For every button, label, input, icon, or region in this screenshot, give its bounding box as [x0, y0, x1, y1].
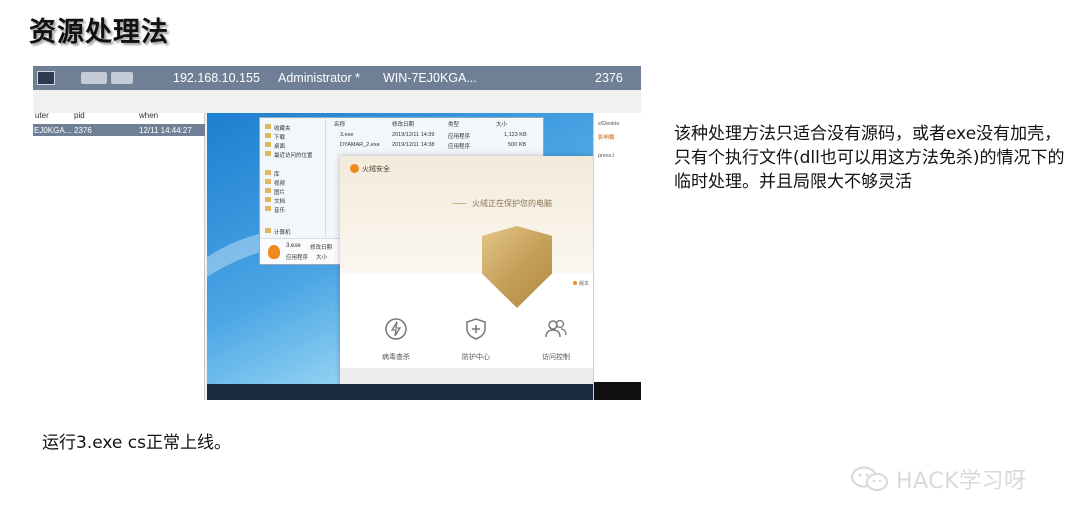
- folder-icon: [265, 206, 271, 211]
- folder-icon: [265, 133, 271, 138]
- dark-panel: [594, 382, 641, 400]
- file-date: 2019/12/11 14:39: [392, 132, 435, 138]
- details-size-label: 大小: [316, 255, 328, 261]
- antivirus-brand: 火绒安全: [362, 166, 390, 173]
- text-fragment: 影响载: [598, 135, 615, 141]
- item-label: 防护中心: [462, 354, 490, 361]
- users-icon: [545, 319, 567, 338]
- folder-icon: [265, 179, 271, 184]
- column-header[interactable]: 修改日期: [392, 120, 414, 128]
- cs-session-table: uter pid when EJ0KGA... 2376 12/11 14:44…: [33, 111, 205, 400]
- huorong-logo-icon: [350, 164, 359, 173]
- item-label: 访问控制: [542, 354, 570, 361]
- flame-icon: [268, 245, 280, 259]
- nav-item[interactable]: 计算机: [265, 228, 291, 236]
- nav-item[interactable]: 音乐: [265, 206, 285, 214]
- antivirus-footer: [340, 368, 593, 384]
- watermark-text: HACK学习呀: [896, 469, 1027, 494]
- details-file-type: 应用程序: [286, 255, 309, 261]
- antivirus-window[interactable]: 火绒安全 火绒正在保护您的电脑 版本 病毒查杀 防护中心 访问控制: [340, 156, 593, 384]
- wechat-icon: [851, 466, 888, 491]
- cell-pid: 2376: [74, 126, 92, 135]
- remote-desktop: 收藏夹 下载 桌面 最近访问的位置 库 视频 图片 文档 音乐 计算机 名称 修…: [207, 113, 593, 400]
- nav-item[interactable]: 视频: [265, 179, 285, 187]
- computer-icon: [265, 228, 271, 233]
- nav-item[interactable]: 桌面: [265, 142, 285, 150]
- protection-center-button[interactable]: 防护中心: [446, 316, 506, 362]
- cs-session-bar[interactable]: 192.168.10.155 Administrator * WIN-7EJ0K…: [33, 66, 641, 90]
- caption-text: 运行3.exe cs正常上线。: [42, 433, 231, 453]
- column-header[interactable]: 名称: [334, 120, 345, 128]
- session-icon: [37, 71, 55, 85]
- nav-item[interactable]: 文档: [265, 197, 285, 205]
- column-header[interactable]: pid: [74, 111, 85, 120]
- antivirus-header: 火绒安全 火绒正在保护您的电脑 版本: [340, 156, 593, 308]
- nav-item[interactable]: 收藏夹: [265, 124, 291, 132]
- version-note[interactable]: 版本: [573, 280, 589, 287]
- column-header[interactable]: 类型: [448, 120, 459, 128]
- file-type: 应用程序: [448, 144, 471, 150]
- file-name[interactable]: 3.exe: [340, 132, 353, 138]
- cell-computer: EJ0KGA...: [34, 126, 72, 135]
- background-window: s\Deskto 影响载 press.I: [593, 113, 641, 400]
- file-name[interactable]: DYAMAR_2.exe: [340, 142, 380, 148]
- column-header[interactable]: when: [139, 111, 158, 120]
- shield-plus-icon: [466, 318, 486, 340]
- dot-icon: [573, 281, 577, 285]
- item-label: 病毒查杀: [382, 354, 410, 361]
- cs-pid: 2376: [595, 71, 623, 85]
- shield-icon: [482, 226, 552, 308]
- protection-status: 火绒正在保护您的电脑: [472, 199, 552, 208]
- taskbar[interactable]: [207, 384, 593, 400]
- column-header[interactable]: uter: [35, 111, 49, 120]
- details-date-label: 修改日期: [310, 245, 333, 251]
- library-icon: [265, 170, 271, 175]
- details-file-name: 3.exe: [286, 243, 301, 249]
- access-control-button[interactable]: 访问控制: [526, 316, 586, 362]
- column-header[interactable]: 大小: [496, 120, 507, 128]
- screenshot: 192.168.10.155 Administrator * WIN-7EJ0K…: [33, 66, 641, 400]
- cs-user: Administrator *: [278, 71, 360, 85]
- description-text: 该种处理方法只适合没有源码，或者exe没有加壳，只有个执行文件(dll也可以用这…: [674, 124, 1065, 192]
- nav-item[interactable]: 下载: [265, 133, 285, 141]
- folder-icon: [265, 142, 271, 147]
- nav-item[interactable]: 图片: [265, 188, 285, 196]
- file-size: 1,123 KB: [504, 132, 527, 138]
- file-date: 2019/12/11 14:38: [392, 142, 435, 148]
- file-size: 500 KB: [508, 142, 527, 148]
- table-row[interactable]: EJ0KGA... 2376 12/11 14:44:27: [33, 124, 205, 136]
- scan-icon: [385, 318, 407, 340]
- virus-scan-button[interactable]: 病毒查杀: [366, 316, 426, 362]
- text-fragment: press.I: [598, 153, 615, 159]
- nav-item[interactable]: 库: [265, 170, 280, 178]
- blurred-text: [111, 72, 133, 84]
- explorer-nav: 收藏夹 下载 桌面 最近访问的位置 库 视频 图片 文档 音乐 计算机: [260, 118, 326, 238]
- file-type: 应用程序: [448, 134, 471, 140]
- folder-icon: [265, 188, 271, 193]
- folder-icon: [265, 151, 271, 156]
- star-icon: [265, 124, 271, 129]
- folder-icon: [265, 197, 271, 202]
- slide-title: 资源处理法: [29, 17, 169, 48]
- text-fragment: s\Deskto: [598, 121, 620, 127]
- blurred-text: [81, 72, 107, 84]
- table-header: uter pid when: [33, 111, 205, 122]
- nav-item[interactable]: 最近访问的位置: [265, 151, 313, 159]
- cs-ip: 192.168.10.155: [173, 71, 260, 85]
- status-divider: [452, 203, 466, 204]
- cs-computer: WIN-7EJ0KGA...: [383, 71, 477, 85]
- cell-when: 12/11 14:44:27: [139, 126, 192, 135]
